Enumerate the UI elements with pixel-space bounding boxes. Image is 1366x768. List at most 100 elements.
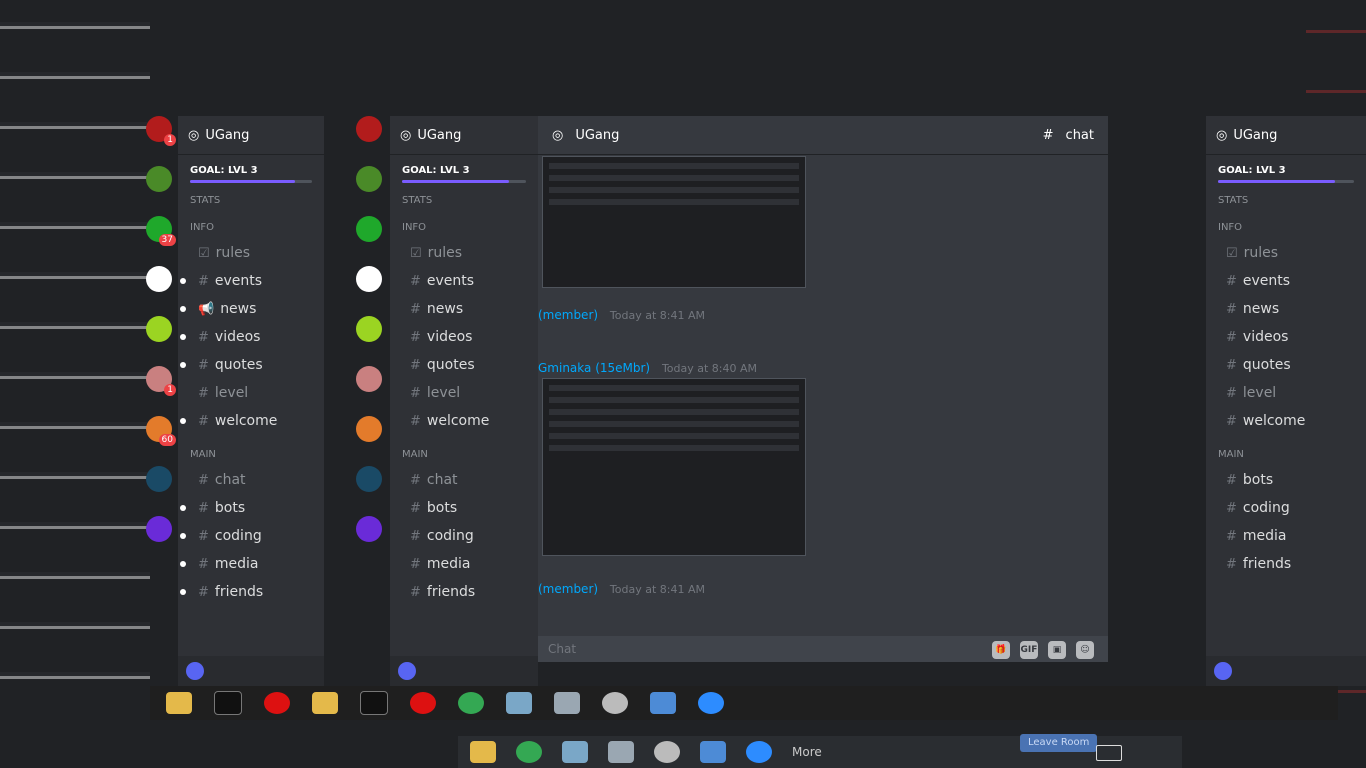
channel-media[interactable]: # media — [410, 552, 532, 576]
channel-friends[interactable]: # friends — [1226, 552, 1360, 576]
avatar[interactable] — [1214, 662, 1232, 680]
keyboard-icon[interactable] — [1096, 745, 1122, 761]
server-icon[interactable] — [356, 516, 382, 542]
message-author[interactable]: (member) — [538, 308, 598, 322]
category-main[interactable]: MAIN — [1206, 437, 1366, 464]
channel-welcome[interactable]: # welcome — [1226, 409, 1360, 433]
notepad-icon[interactable] — [562, 741, 588, 763]
notepad-icon[interactable] — [506, 692, 532, 714]
speaker-icon[interactable] — [654, 741, 680, 763]
boost-goal[interactable]: GOAL: LVL 3 — [1206, 155, 1366, 180]
category-stats[interactable]: STATS — [390, 183, 538, 210]
channel-events[interactable]: # events — [1226, 269, 1360, 293]
embedded-screenshot[interactable] — [542, 156, 806, 288]
channel-rules[interactable]: ☑ rules — [198, 241, 318, 265]
category-stats[interactable]: STATS — [178, 183, 324, 210]
server-icon[interactable] — [356, 116, 382, 142]
terminal-icon[interactable] — [214, 691, 242, 715]
channel-coding[interactable]: # coding — [1226, 496, 1360, 520]
channel-coding[interactable]: # coding — [180, 524, 318, 548]
channel-quotes[interactable]: # quotes — [180, 353, 318, 377]
category-main[interactable]: MAIN — [390, 437, 538, 464]
sticker-icon[interactable]: ▣ — [1048, 641, 1066, 659]
server-icon[interactable] — [146, 516, 172, 542]
avatar[interactable] — [398, 662, 416, 680]
category-stats[interactable]: STATS — [1206, 183, 1366, 210]
zoom-icon[interactable] — [698, 692, 724, 714]
server-icon[interactable]: 1 — [146, 366, 176, 396]
avatar[interactable] — [186, 662, 204, 680]
folder-icon[interactable] — [166, 692, 192, 714]
gift-icon[interactable]: 🎁 — [992, 641, 1010, 659]
opera-icon[interactable] — [410, 692, 436, 714]
gif-button[interactable]: GIF — [1020, 641, 1038, 659]
monitor-icon[interactable] — [608, 741, 634, 763]
channel-events[interactable]: # events — [410, 269, 532, 293]
server-icon[interactable] — [146, 266, 172, 292]
channel-friends[interactable]: # friends — [180, 580, 318, 604]
channel-level[interactable]: # level — [198, 381, 318, 405]
server-icon[interactable] — [356, 466, 382, 492]
channel-media[interactable]: # media — [1226, 524, 1360, 548]
monitor-icon[interactable] — [554, 692, 580, 714]
message-author[interactable]: (member) — [538, 582, 598, 596]
message-input[interactable]: Chat 🎁 GIF ▣ ☺ — [538, 636, 1108, 662]
emoji-icon[interactable]: ☺ — [1076, 641, 1094, 659]
embedded-screenshot[interactable] — [542, 378, 806, 556]
speaker-icon[interactable] — [602, 692, 628, 714]
channel-news[interactable]: 📢 news — [180, 297, 318, 321]
boost-goal[interactable]: GOAL: LVL 3 — [178, 155, 324, 180]
channel-rules[interactable]: ☑ rules — [1226, 241, 1360, 265]
folder-icon[interactable] — [470, 741, 496, 763]
opera-icon[interactable] — [264, 692, 290, 714]
channel-videos[interactable]: # videos — [1226, 325, 1360, 349]
server-icon[interactable] — [146, 316, 172, 342]
server-icon[interactable] — [356, 216, 382, 242]
channel-level[interactable]: # level — [1226, 381, 1360, 405]
more-button[interactable]: More — [792, 745, 822, 759]
channel-videos[interactable]: # videos — [410, 325, 532, 349]
channel-rules[interactable]: ☑ rules — [410, 241, 532, 265]
terminal-icon[interactable] — [360, 691, 388, 715]
channel-coding[interactable]: # coding — [410, 524, 532, 548]
server-icon[interactable]: 60 — [146, 416, 176, 446]
channel-level[interactable]: # level — [410, 381, 532, 405]
server-header[interactable]: ◎ UGang — [390, 116, 538, 155]
server-icon[interactable] — [356, 366, 382, 392]
channel-events[interactable]: # events — [180, 269, 318, 293]
screen-share-icon[interactable] — [650, 692, 676, 714]
server-icon[interactable] — [356, 266, 382, 292]
channel-friends[interactable]: # friends — [410, 580, 532, 604]
server-icon[interactable] — [356, 166, 382, 192]
message-author[interactable]: Gminaka (15eMbr) — [538, 361, 650, 375]
channel-videos[interactable]: # videos — [180, 325, 318, 349]
server-icon[interactable]: 37 — [146, 216, 176, 246]
server-header[interactable]: ◎ UGang — [1206, 116, 1366, 155]
folder-icon[interactable] — [312, 692, 338, 714]
server-icon[interactable]: 1 — [146, 116, 176, 146]
server-icon[interactable] — [356, 316, 382, 342]
server-icon[interactable] — [146, 166, 172, 192]
channel-welcome[interactable]: # welcome — [410, 409, 532, 433]
boost-goal[interactable]: GOAL: LVL 3 — [390, 155, 538, 180]
channel-news[interactable]: # news — [1226, 297, 1360, 321]
category-main[interactable]: MAIN — [178, 437, 324, 464]
channel-media[interactable]: # media — [180, 552, 318, 576]
leave-room-button[interactable]: Leave Room — [1020, 734, 1098, 752]
channel-bots[interactable]: # bots — [180, 496, 318, 520]
screen-share-icon[interactable] — [700, 741, 726, 763]
chrome-icon[interactable] — [516, 741, 542, 763]
category-info[interactable]: INFO — [390, 210, 538, 237]
channel-chat[interactable]: # chat — [410, 468, 532, 492]
channel-quotes[interactable]: # quotes — [1226, 353, 1360, 377]
server-icon[interactable] — [356, 416, 382, 442]
channel-bots[interactable]: # bots — [410, 496, 532, 520]
channel-quotes[interactable]: # quotes — [410, 353, 532, 377]
server-icon[interactable] — [146, 466, 172, 492]
channel-welcome[interactable]: # welcome — [180, 409, 318, 433]
server-header[interactable]: ◎ UGang — [178, 116, 324, 155]
category-info[interactable]: INFO — [1206, 210, 1366, 237]
chrome-icon[interactable] — [458, 692, 484, 714]
channel-chat[interactable]: # chat — [198, 468, 318, 492]
channel-news[interactable]: # news — [410, 297, 532, 321]
